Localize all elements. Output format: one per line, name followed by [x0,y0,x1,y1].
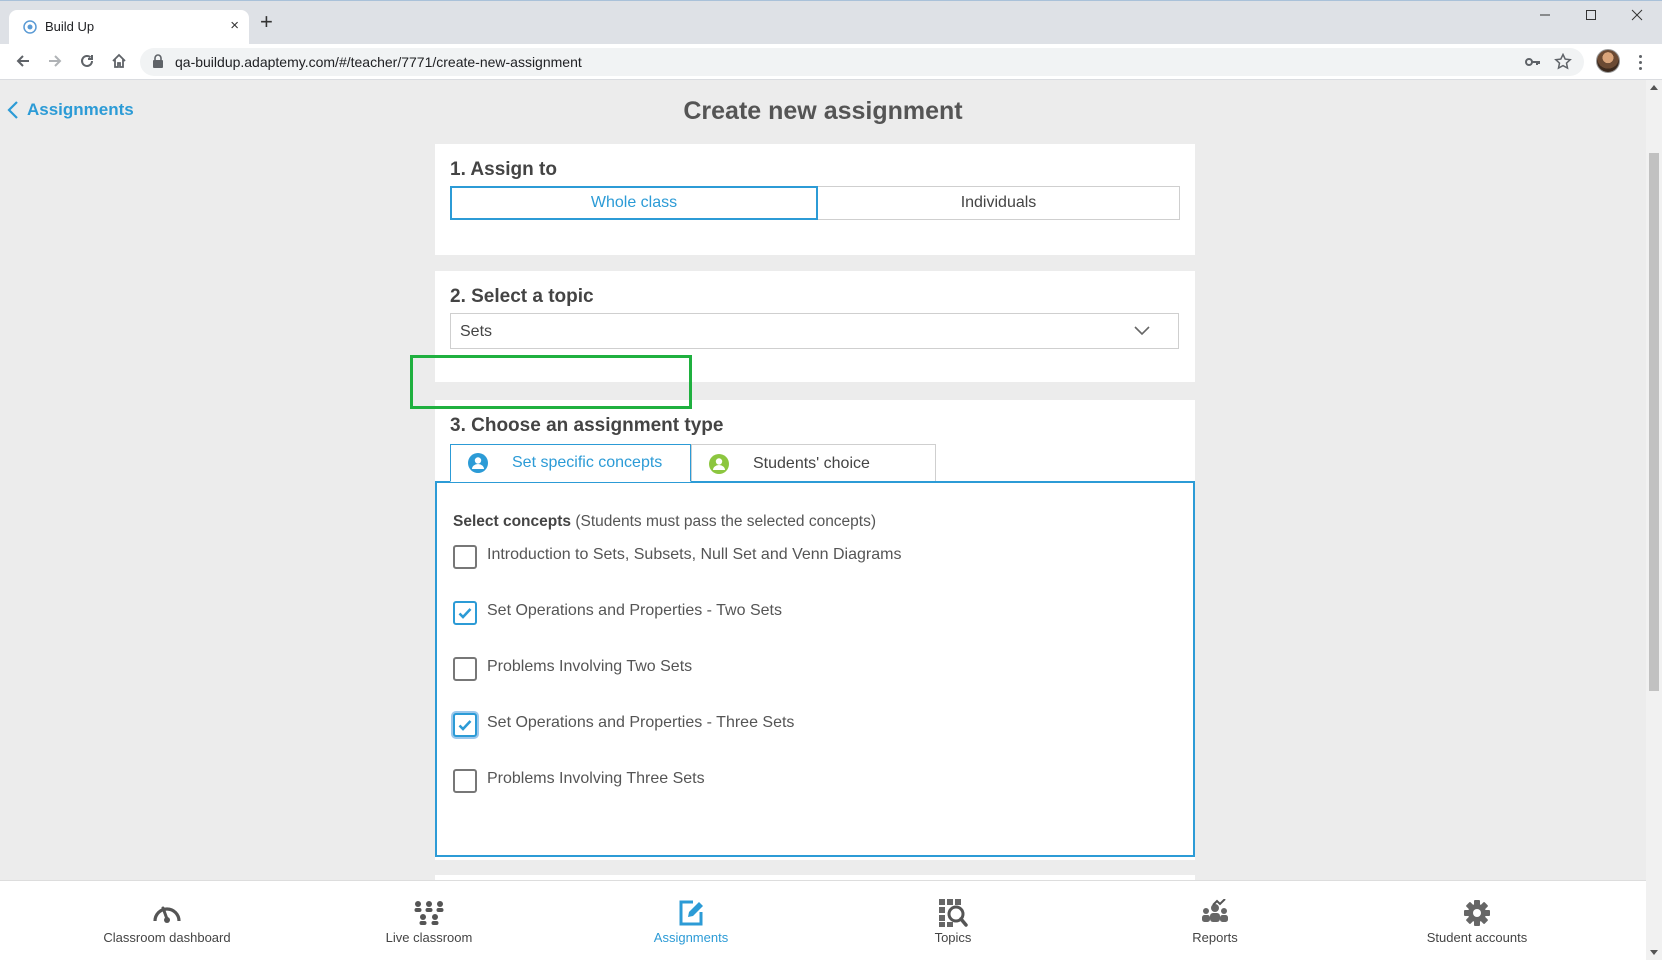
topic-select[interactable]: Sets [450,313,1179,349]
concepts-intro-title: Select concepts [453,513,572,530]
checkmark-icon [458,608,472,619]
concept-item[interactable]: Set Operations and Properties - Three Se… [453,711,795,737]
page-scrollbar[interactable] [1646,80,1662,960]
minimize-icon[interactable] [1533,8,1557,28]
home-icon[interactable] [106,48,132,74]
gear-icon [1463,898,1491,928]
gauge-icon [152,898,182,928]
assign-to-card: 1. Assign to Whole class Individuals [435,144,1195,255]
concept-item[interactable]: Set Operations and Properties - Two Sets [453,599,782,625]
chevron-down-icon [1134,326,1150,336]
nav-topics[interactable]: Topics [853,881,1053,960]
concept-label: Introduction to Sets, Subsets, Null Set … [487,546,902,563]
key-icon[interactable] [1523,52,1543,72]
teacher-person-icon [468,453,488,473]
concept-item[interactable]: Introduction to Sets, Subsets, Null Set … [453,543,902,569]
concept-checkbox-checked[interactable] [453,713,477,737]
student-person-icon [709,453,729,474]
concept-checkbox[interactable] [453,769,477,793]
scroll-up-arrow-icon[interactable] [1650,85,1658,90]
reload-icon[interactable] [74,48,100,74]
tab-students-choice-label: Students' choice [753,454,870,472]
select-topic-heading: 2. Select a topic [450,286,594,307]
concept-label: Problems Involving Two Sets [487,658,693,675]
tab-close-icon[interactable]: × [230,17,239,34]
scroll-thumb[interactable] [1649,153,1659,691]
concept-label: Problems Involving Three Sets [487,770,705,787]
group-icon [412,898,446,928]
page-title: Create new assignment [683,97,963,125]
assign-to-heading: 1. Assign to [450,159,557,180]
select-topic-card: 2. Select a topic Sets [435,271,1195,382]
topic-select-value: Sets [460,323,493,340]
nav-reports[interactable]: Reports [1115,881,1315,960]
concept-checkbox-checked[interactable] [453,601,477,625]
address-bar[interactable]: qa-buildup.adaptemy.com/#/teacher/7771/c… [140,48,1584,76]
nav-assignments[interactable]: Assignments [591,881,791,960]
new-tab-icon[interactable]: + [260,11,273,33]
concepts-panel: Select concepts (Students must pass the … [435,481,1195,857]
whole-class-button[interactable]: Whole class [450,186,818,220]
nav-label: Reports [1192,930,1238,945]
concepts-intro: Select concepts (Students must pass the … [453,513,876,531]
concept-label: Set Operations and Properties - Two Sets [487,602,782,619]
tab-students-choice[interactable]: Students' choice [691,444,936,482]
individuals-button[interactable]: Individuals [818,186,1180,220]
concept-checkbox[interactable] [453,657,477,681]
topics-icon [938,898,968,928]
maximize-icon[interactable] [1579,8,1603,28]
page-content: Assignments Create new assignment 1. Ass… [0,80,1646,880]
nav-live-classroom[interactable]: Live classroom [329,881,529,960]
star-icon[interactable] [1553,52,1573,72]
forward-arrow-icon[interactable] [42,48,68,74]
browser-menu-icon[interactable] [1630,50,1650,74]
profile-avatar[interactable] [1596,49,1620,73]
tab-title: Build Up [45,19,95,34]
concept-item[interactable]: Problems Involving Three Sets [453,767,705,793]
app-favicon-icon [23,20,37,34]
assignment-type-card: 3. Choose an assignment type Set specifi… [435,400,1195,860]
browser-toolbar: qa-buildup.adaptemy.com/#/teacher/7771/c… [0,44,1662,80]
concept-label: Set Operations and Properties - Three Se… [487,714,795,731]
nav-label: Topics [934,930,972,945]
bottom-navigation: Classroom dashboard Live classroom Assig… [0,880,1646,960]
browser-tab[interactable]: Build Up × [9,10,249,45]
nav-label: Student accounts [1426,930,1528,945]
nav-student-accounts[interactable]: Student accounts [1377,881,1577,960]
edit-icon [677,898,705,928]
concept-item[interactable]: Problems Involving Two Sets [453,655,693,681]
lock-icon [153,54,163,68]
concepts-intro-note: (Students must pass the selected concept… [571,513,877,530]
back-arrow-icon[interactable] [10,48,36,74]
assignment-type-heading: 3. Choose an assignment type [450,415,724,436]
nav-label: Classroom dashboard [103,930,231,945]
nav-label: Live classroom [385,930,473,945]
checkmark-icon [458,720,472,731]
close-window-icon[interactable] [1625,8,1649,28]
tab-set-specific-concepts-label: Set specific concepts [512,454,663,471]
nav-classroom-dashboard[interactable]: Classroom dashboard [67,881,267,960]
browser-tab-bar: Build Up × + [0,0,1662,45]
nav-label: Assignments [653,930,729,945]
scroll-down-arrow-icon[interactable] [1650,950,1658,955]
url-text: qa-buildup.adaptemy.com/#/teacher/7771/c… [175,54,582,70]
concept-checkbox[interactable] [453,545,477,569]
tab-set-specific-concepts[interactable]: Set specific concepts [450,444,691,482]
reports-icon [1200,898,1230,928]
